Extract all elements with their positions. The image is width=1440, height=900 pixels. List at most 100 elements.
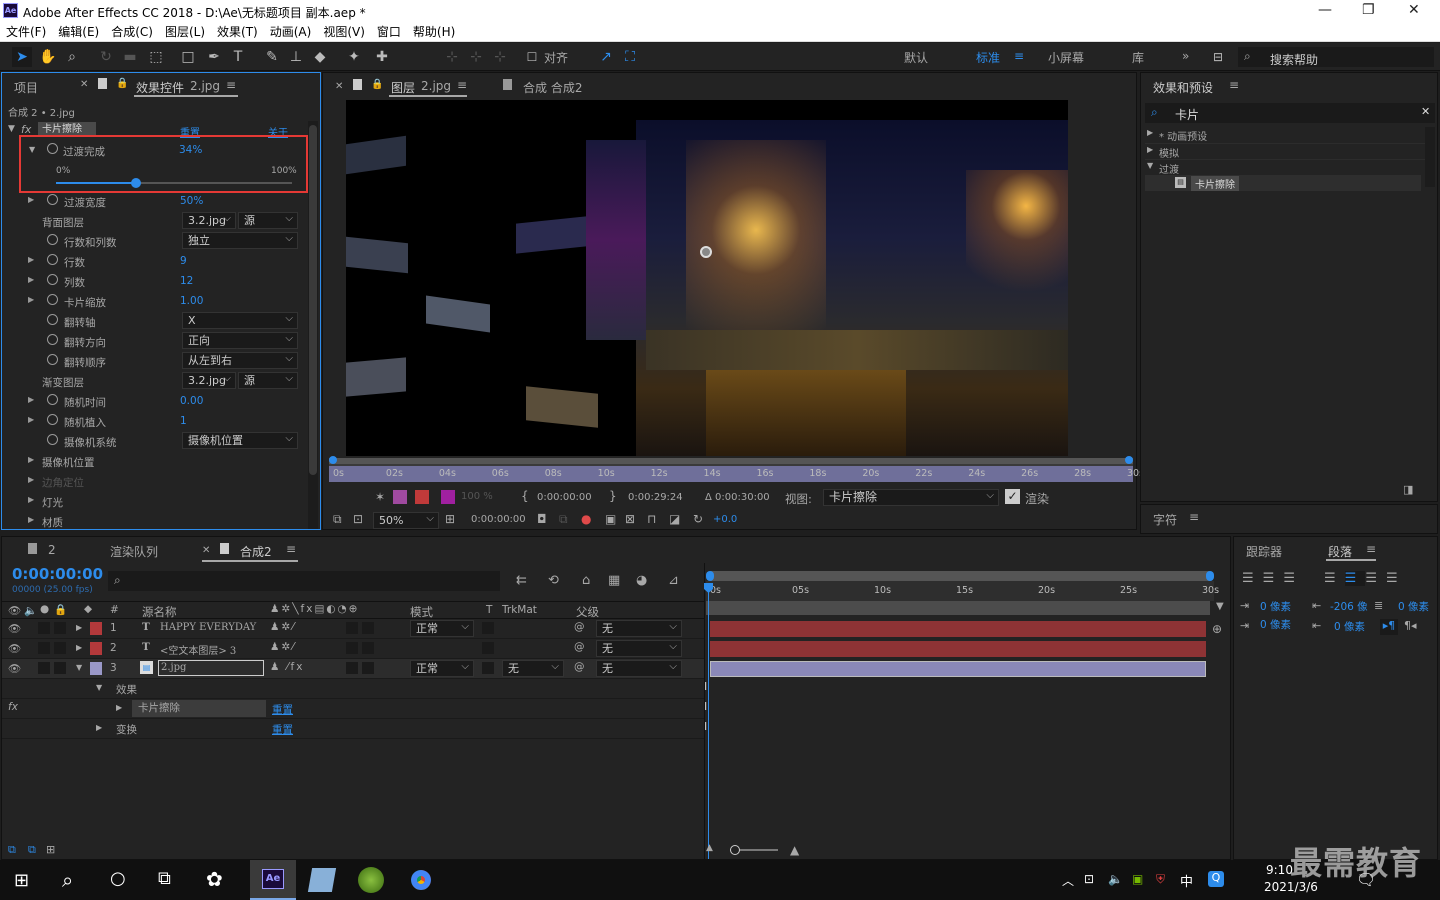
- eye-icon[interactable]: 👁: [8, 622, 21, 635]
- effect-property-row[interactable]: ▶ 随机时间 0.00: [2, 391, 302, 411]
- collapsed-triangle-icon[interactable]: ▶: [1147, 145, 1153, 154]
- fast-previews-icon[interactable]: ◪: [669, 512, 680, 526]
- rotate-tool-icon[interactable]: ↻: [96, 47, 116, 67]
- show-snapshot-icon[interactable]: ⧉: [559, 512, 568, 527]
- expand-triangle-icon[interactable]: ▶: [28, 275, 34, 284]
- always-preview-icon[interactable]: ⧉: [333, 512, 342, 527]
- effects-presets-title[interactable]: 效果和预设: [1153, 79, 1213, 96]
- space-before-value[interactable]: -206 像: [1330, 599, 1368, 614]
- property-dropdown[interactable]: 3.2.jpg: [182, 371, 236, 389]
- layer-switches-icons[interactable]: ♟ ⁄fx: [270, 661, 304, 673]
- effect-property-row[interactable]: 翻转轴 X: [2, 311, 302, 331]
- source-name-header[interactable]: 源名称: [142, 604, 177, 620]
- keyframe-nav-icon[interactable]: ⊕: [1212, 622, 1222, 636]
- workspace-default[interactable]: 默认: [904, 49, 928, 66]
- preserve-transparency-box[interactable]: [482, 642, 494, 654]
- effect-property-row[interactable]: ▶ 随机植入 1: [2, 411, 302, 431]
- mode-dropdown[interactable]: 正常: [410, 619, 474, 637]
- effect-property-row[interactable]: 翻转顺序 从左到右: [2, 351, 302, 371]
- chrome-icon[interactable]: [408, 867, 434, 893]
- menu-help[interactable]: 帮助(H): [413, 22, 455, 42]
- exposure-value[interactable]: +0.0: [713, 514, 737, 525]
- lock-icon[interactable]: 🔒: [116, 78, 128, 89]
- shy-icon[interactable]: [415, 490, 429, 504]
- zoom-dropdown[interactable]: 50%: [373, 511, 439, 529]
- effect-property-row[interactable]: ▶ 材质: [2, 511, 302, 531]
- zoom-slider-knob[interactable]: [730, 845, 740, 855]
- solo-box[interactable]: [38, 642, 50, 654]
- local-axis-icon[interactable]: ⊹: [442, 47, 462, 67]
- property-value[interactable]: 1.00: [180, 295, 203, 307]
- expand-triangle-icon[interactable]: ▼: [8, 124, 15, 134]
- lock-box[interactable]: [54, 642, 66, 654]
- parent-dropdown[interactable]: 无: [596, 659, 682, 677]
- collapsed-triangle-icon[interactable]: ▶: [116, 703, 122, 712]
- effect-property-row[interactable]: 翻转方向 正向: [2, 331, 302, 351]
- selection-tool-icon[interactable]: ➤: [12, 47, 32, 67]
- parent-dropdown[interactable]: 无: [596, 619, 682, 637]
- layer-switches-icons[interactable]: ♟✲⁄: [270, 641, 296, 653]
- label-color-swatch[interactable]: [90, 622, 102, 635]
- effect-property-row[interactable]: ▶ 卡片缩放 1.00: [2, 291, 302, 311]
- eraser-tool-icon[interactable]: ◆: [310, 47, 330, 67]
- motion-blur-icon[interactable]: ✶: [375, 490, 385, 504]
- indent-left-value[interactable]: 0 像素: [1260, 599, 1291, 614]
- menu-view[interactable]: 视图(V): [323, 22, 365, 42]
- fx-row[interactable]: fx ▶ 卡片擦除 重置: [2, 699, 704, 719]
- reset-exposure-icon[interactable]: ↻: [693, 512, 703, 526]
- first-line-value[interactable]: 0 像素: [1260, 617, 1291, 632]
- clock-time[interactable]: 9:10: [1266, 863, 1293, 877]
- zoom-out-icon[interactable]: ▲: [706, 843, 713, 853]
- windows-start-icon[interactable]: ⊞: [14, 870, 29, 891]
- set-out-icon[interactable]: }: [609, 489, 617, 503]
- volume-icon[interactable]: 🔈: [1108, 872, 1123, 886]
- space-after-value[interactable]: 0 像素: [1334, 619, 1365, 634]
- tree-item-transition[interactable]: ▼ 过渡: [1145, 159, 1425, 176]
- close-tab-icon[interactable]: ✕: [80, 79, 88, 90]
- justify-right-icon[interactable]: ☰: [1365, 571, 1386, 586]
- frame-blending-icon[interactable]: ▦: [608, 573, 620, 588]
- label-color-swatch[interactable]: [90, 662, 102, 675]
- switch-box[interactable]: [362, 662, 374, 674]
- timeline-menu-icon[interactable]: ≡: [286, 542, 296, 556]
- text-tool-icon[interactable]: T: [228, 47, 248, 67]
- switch-box[interactable]: [346, 622, 358, 634]
- preserve-transparency-box[interactable]: [482, 622, 494, 634]
- view-axis-icon[interactable]: ⊹: [490, 47, 510, 67]
- workspace-standard[interactable]: 标准: [976, 49, 1000, 66]
- switch-box[interactable]: [362, 642, 374, 654]
- work-area-end-handle[interactable]: [1125, 456, 1133, 464]
- clear-search-icon[interactable]: ✕: [1421, 105, 1430, 118]
- tab-project[interactable]: 项目: [14, 79, 38, 96]
- ime-indicator[interactable]: 中: [1180, 871, 1193, 890]
- property-dropdown[interactable]: 源: [238, 211, 298, 229]
- stopwatch-icon[interactable]: [47, 234, 58, 245]
- workspace-small-screen[interactable]: 小屏幕: [1048, 49, 1084, 66]
- notes-app-icon[interactable]: [307, 868, 337, 892]
- lock-icon[interactable]: 🔒: [54, 603, 67, 616]
- anchor-point-icon[interactable]: [700, 246, 712, 258]
- set-in-icon[interactable]: {: [521, 489, 529, 503]
- menu-edit[interactable]: 编辑(E): [58, 22, 99, 42]
- zoom-tool-icon[interactable]: ⌕: [62, 47, 82, 67]
- lock-icon[interactable]: 🔒: [371, 79, 383, 90]
- stopwatch-icon[interactable]: [47, 434, 58, 445]
- menu-composition[interactable]: 合成(C): [111, 22, 153, 42]
- more-workspaces-button[interactable]: »: [1182, 49, 1189, 63]
- camera-tool-icon[interactable]: ▬: [120, 47, 140, 67]
- in-point-time[interactable]: 0:00:00:00: [537, 492, 592, 503]
- trkmat-dropdown[interactable]: 无: [502, 659, 564, 677]
- expanded-triangle-icon[interactable]: ▼: [96, 683, 102, 692]
- switch-box[interactable]: [346, 642, 358, 654]
- 3d-view-icon[interactable]: ⊓: [647, 512, 656, 526]
- help-search-input[interactable]: 搜索帮助: [1270, 51, 1318, 68]
- work-area-bar[interactable]: [329, 458, 1133, 464]
- layer-3-duration-bar[interactable]: [710, 661, 1206, 677]
- preview-image[interactable]: [346, 100, 1068, 456]
- solo-box[interactable]: [38, 622, 50, 634]
- solo-icon[interactable]: [393, 490, 407, 504]
- completion-slider-knob[interactable]: [131, 178, 142, 188]
- effect-property-row[interactable]: 摄像机系统 摄像机位置: [2, 431, 302, 451]
- align-right-icon[interactable]: ☰: [1283, 571, 1304, 586]
- property-dropdown[interactable]: 正向: [182, 331, 298, 349]
